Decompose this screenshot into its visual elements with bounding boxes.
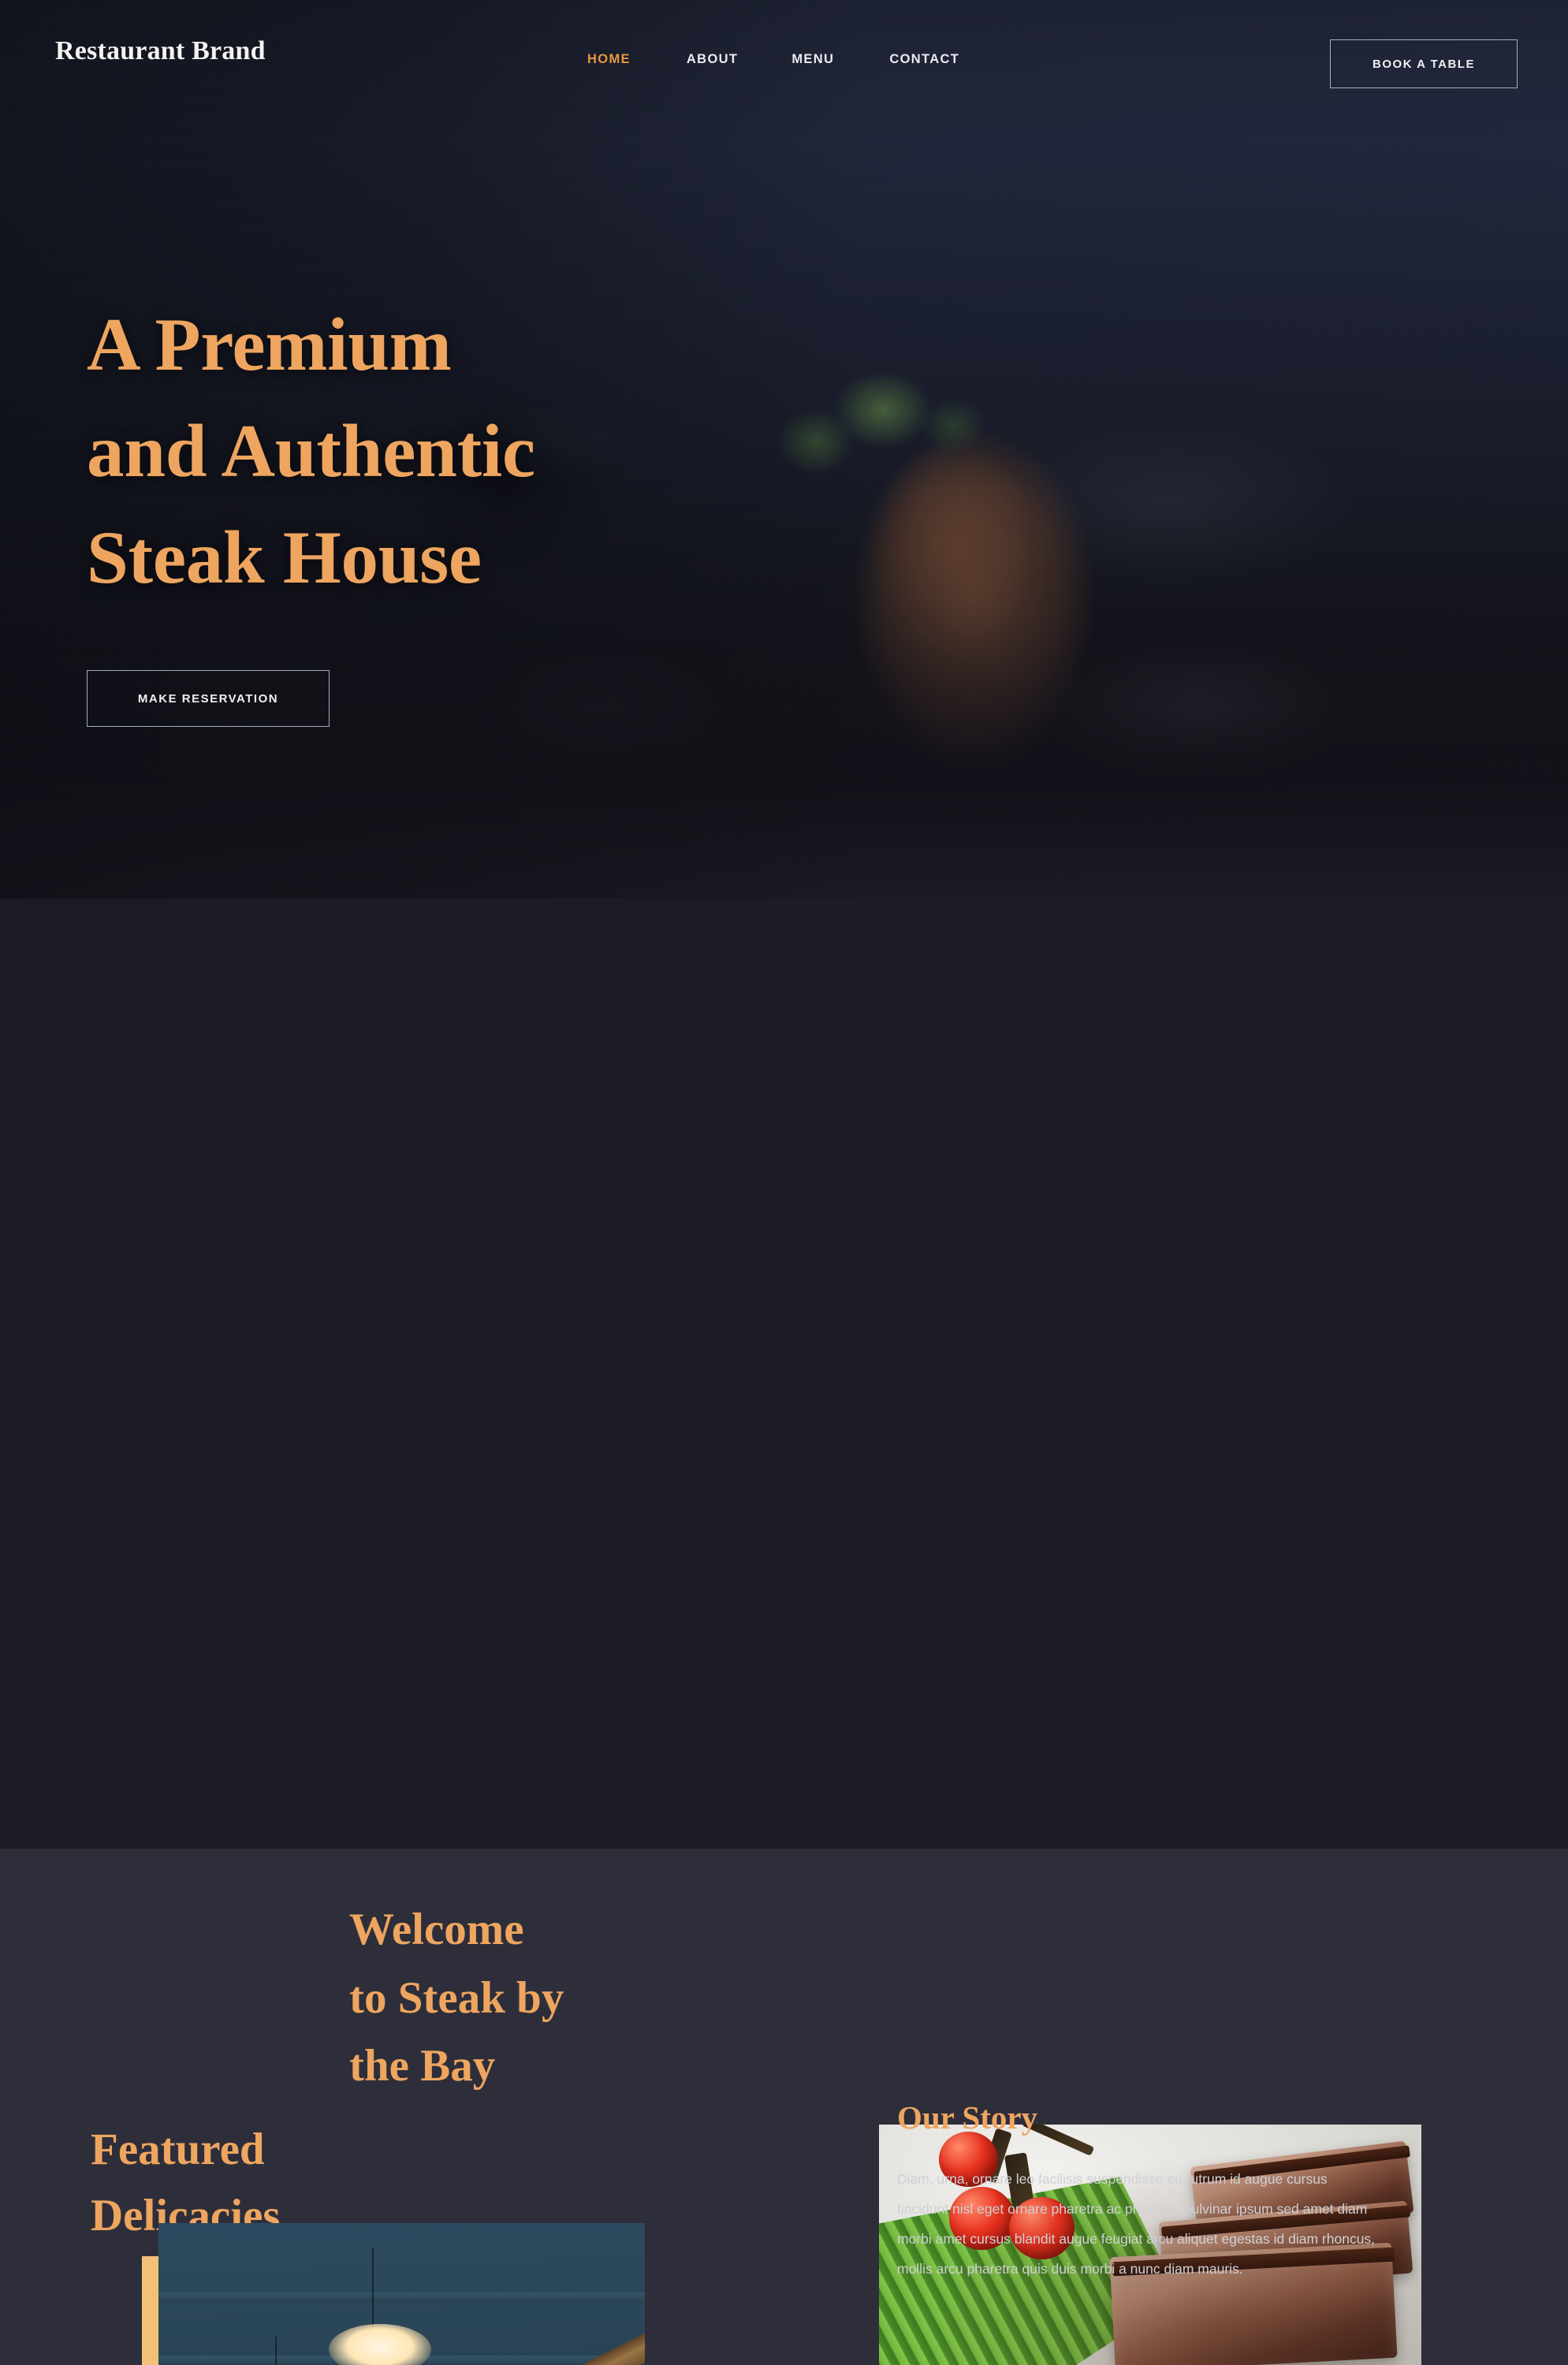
page-root: Restaurant Brand HOME ABOUT MENU CONTACT… — [0, 0, 1568, 2365]
frame-accent-left-bar — [142, 2256, 158, 2365]
hero-title-line-2: and Authentic — [87, 408, 535, 493]
our-story-body: Diam, urna, ornare leo facilisis suspend… — [897, 2171, 1376, 2277]
hero-copy: A Premium and Authentic Steak House MAKE… — [87, 292, 535, 727]
brand-logo[interactable]: Restaurant Brand — [55, 36, 266, 66]
nav-link-contact[interactable]: CONTACT — [889, 52, 959, 67]
pendant-cord — [372, 2248, 374, 2330]
hero-section: Restaurant Brand HOME ABOUT MENU CONTACT… — [0, 0, 1568, 899]
interior-image-frame — [142, 2223, 645, 2365]
hero-title: A Premium and Authentic Steak House — [87, 292, 535, 611]
hero-title-line-1: A Premium — [87, 303, 452, 386]
our-story-title: Our Story — [897, 2099, 1038, 2136]
nav-link-menu[interactable]: MENU — [791, 52, 834, 67]
nav-link-about[interactable]: ABOUT — [687, 52, 738, 67]
welcome-title: Welcome to Steak by the Bay — [349, 1896, 564, 2101]
main-navigation: HOME ABOUT MENU CONTACT — [587, 52, 959, 67]
restaurant-interior-image — [158, 2223, 645, 2365]
welcome-story-section: Welcome to Steak by the Bay Our Story Di… — [0, 899, 1568, 2365]
book-a-table-button[interactable]: BOOK A TABLE — [1330, 39, 1518, 88]
our-story-block: Our Story Diam, urna, ornare leo facilis… — [897, 2099, 1386, 2285]
site-header: Restaurant Brand HOME ABOUT MENU CONTACT… — [0, 0, 1568, 126]
welcome-title-line-3: the Bay — [349, 2041, 496, 2091]
featured-title-line-1: Featured — [91, 2125, 265, 2174]
welcome-title-line-2: to Steak by — [349, 1972, 564, 2023]
pendant-cord — [275, 2336, 277, 2365]
nav-link-home[interactable]: HOME — [587, 52, 631, 67]
hero-make-reservation-button[interactable]: MAKE RESERVATION — [87, 670, 330, 727]
hero-title-line-3: Steak House — [87, 515, 482, 599]
welcome-title-line-1: Welcome — [349, 1905, 524, 1954]
